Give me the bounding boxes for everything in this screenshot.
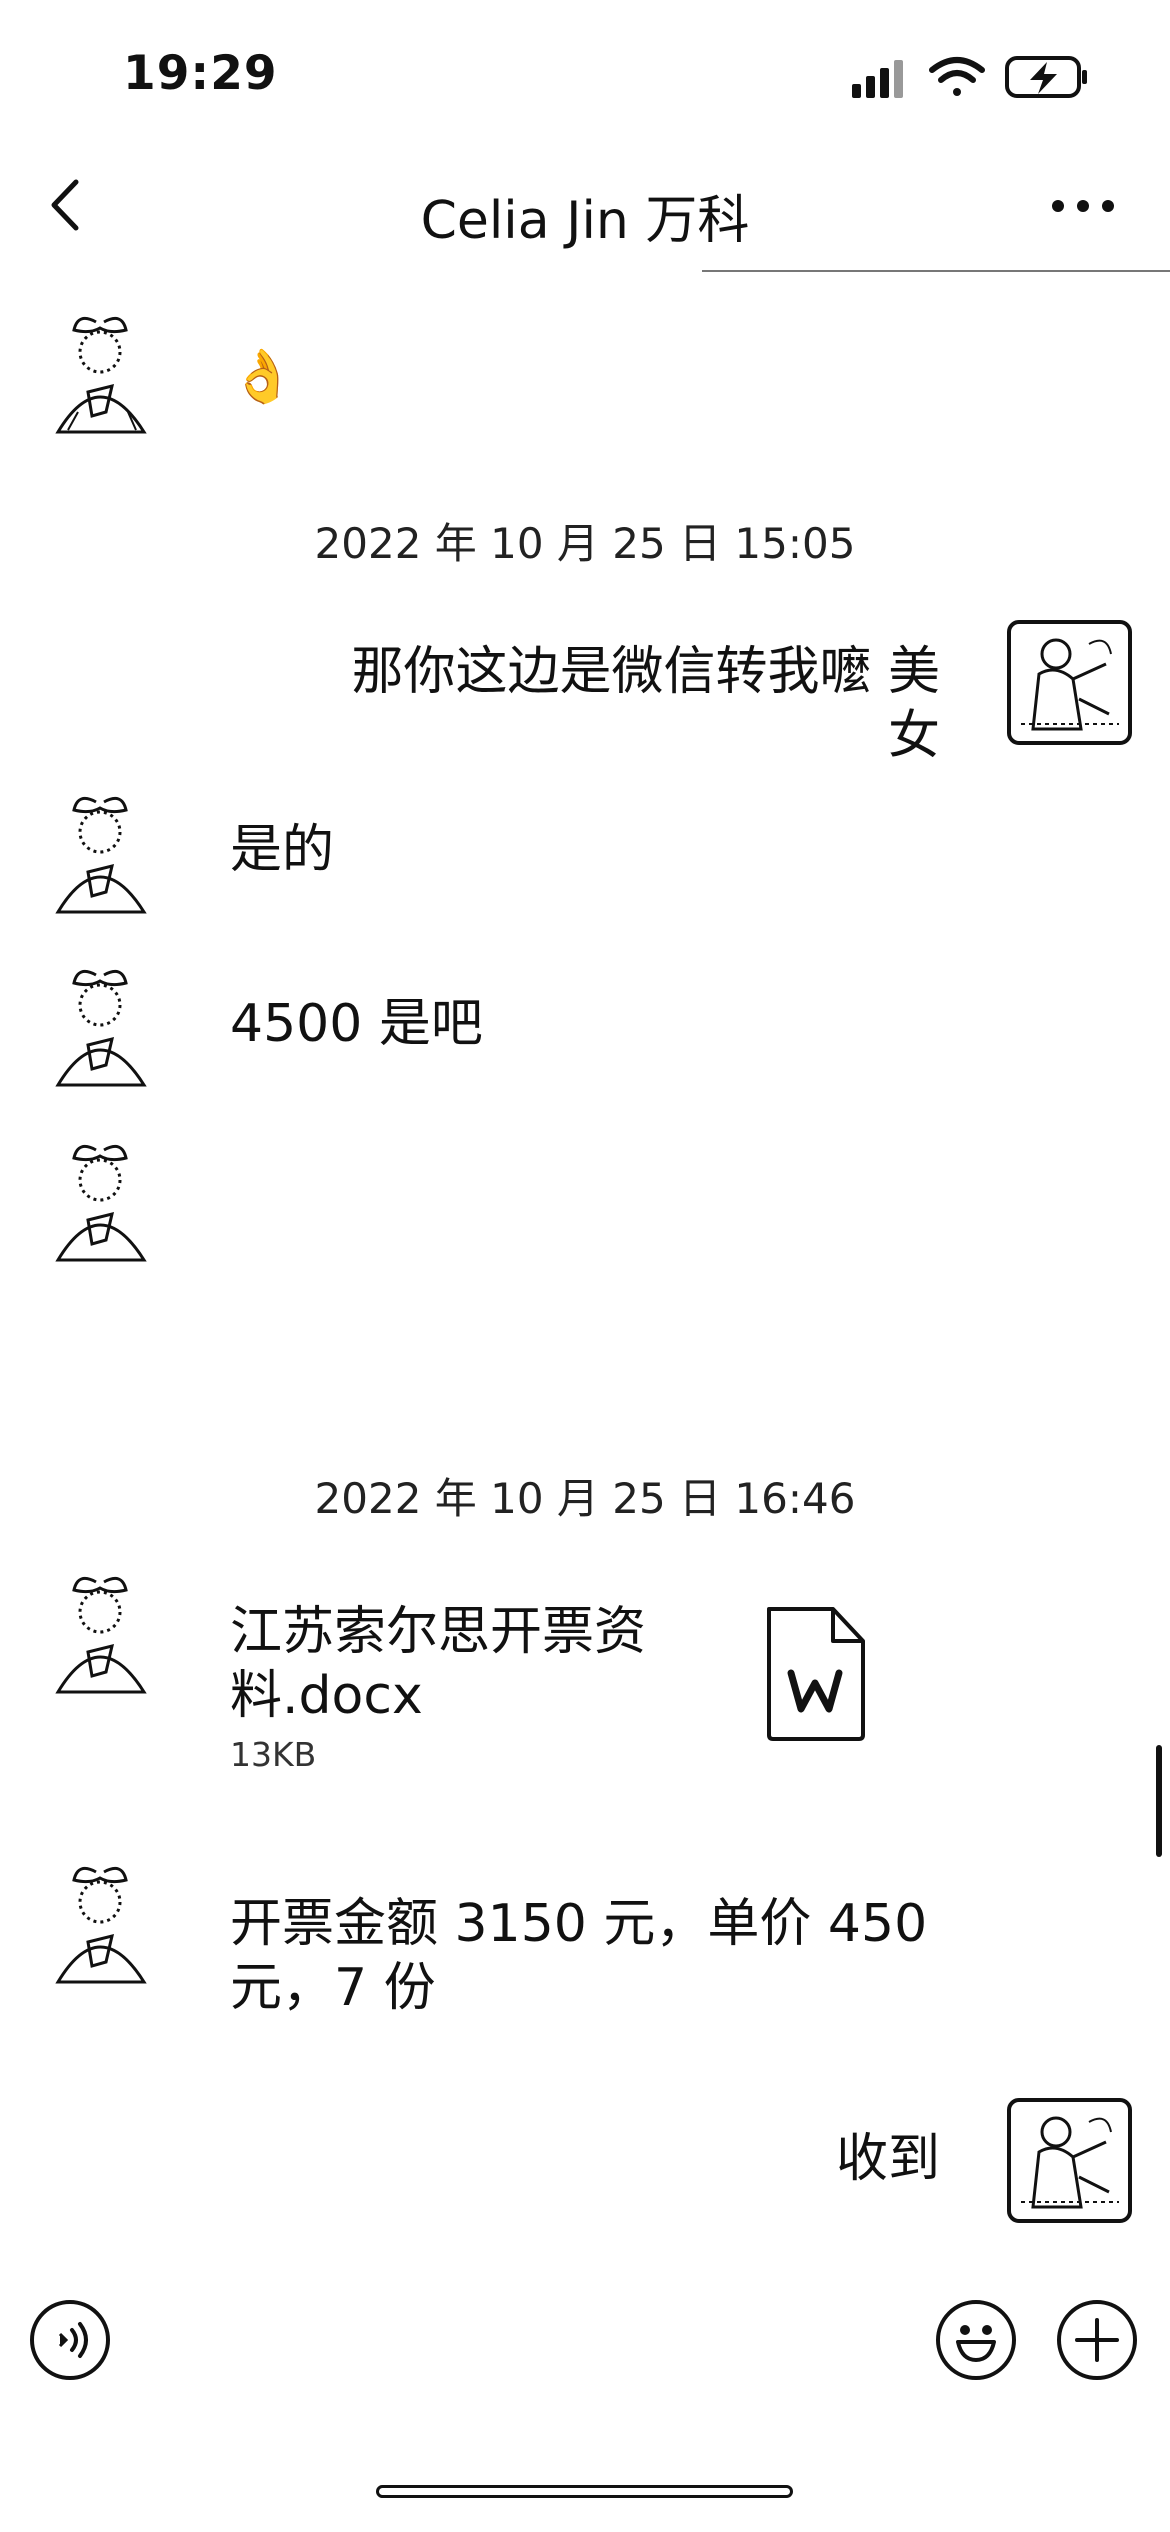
add-button[interactable] xyxy=(1057,2300,1137,2380)
signal-icon xyxy=(852,60,903,98)
incoming-message: 是的 xyxy=(230,820,335,880)
contact-avatar[interactable] xyxy=(48,792,158,922)
wifi-icon xyxy=(929,57,985,96)
outgoing-message: 那你这边是微信转我嚒 美女 xyxy=(351,642,940,766)
contact-avatar[interactable] xyxy=(48,1572,158,1702)
timestamp: 2022 年 10 月 25 日 15:05 xyxy=(314,519,856,568)
outgoing-message: 收到 xyxy=(835,2129,940,2189)
contact-avatar[interactable] xyxy=(48,965,158,1095)
incoming-message: 4500 是吧 xyxy=(230,994,483,1054)
ok-emoji-message: 👌 xyxy=(230,347,295,407)
timestamp: 2022 年 10 月 25 日 16:46 xyxy=(314,1474,856,1523)
emoji-button[interactable] xyxy=(936,2300,1016,2380)
contact-avatar[interactable] xyxy=(48,1140,158,1270)
scrollbar[interactable] xyxy=(1156,1745,1162,1857)
more-button[interactable] xyxy=(1048,188,1118,224)
more-icon xyxy=(1052,200,1114,212)
voice-button[interactable] xyxy=(30,2300,110,2380)
status-icons xyxy=(852,52,1092,104)
battery-icon xyxy=(1005,56,1087,98)
contact-avatar[interactable] xyxy=(48,1862,158,1992)
contact-avatar[interactable] xyxy=(48,312,158,442)
my-avatar[interactable] xyxy=(1007,620,1132,745)
word-doc-icon[interactable] xyxy=(763,1603,869,1743)
emoji-icon xyxy=(956,2325,996,2362)
status-time: 19:29 xyxy=(123,46,278,101)
file-size: 13KB xyxy=(230,1735,317,1774)
file-name[interactable]: 江苏索尔思开票资料.docx xyxy=(230,1600,650,1728)
my-avatar[interactable] xyxy=(1007,2098,1132,2223)
home-indicator[interactable] xyxy=(376,2485,793,2498)
add-icon xyxy=(1075,2318,1119,2362)
incoming-message: 开票金额 3150 元，单价 450 元，7 份 xyxy=(230,1894,928,2018)
chat-title: Celia Jin 万科 xyxy=(420,191,750,251)
voice-icon xyxy=(58,2322,88,2358)
header-divider xyxy=(702,270,1170,272)
